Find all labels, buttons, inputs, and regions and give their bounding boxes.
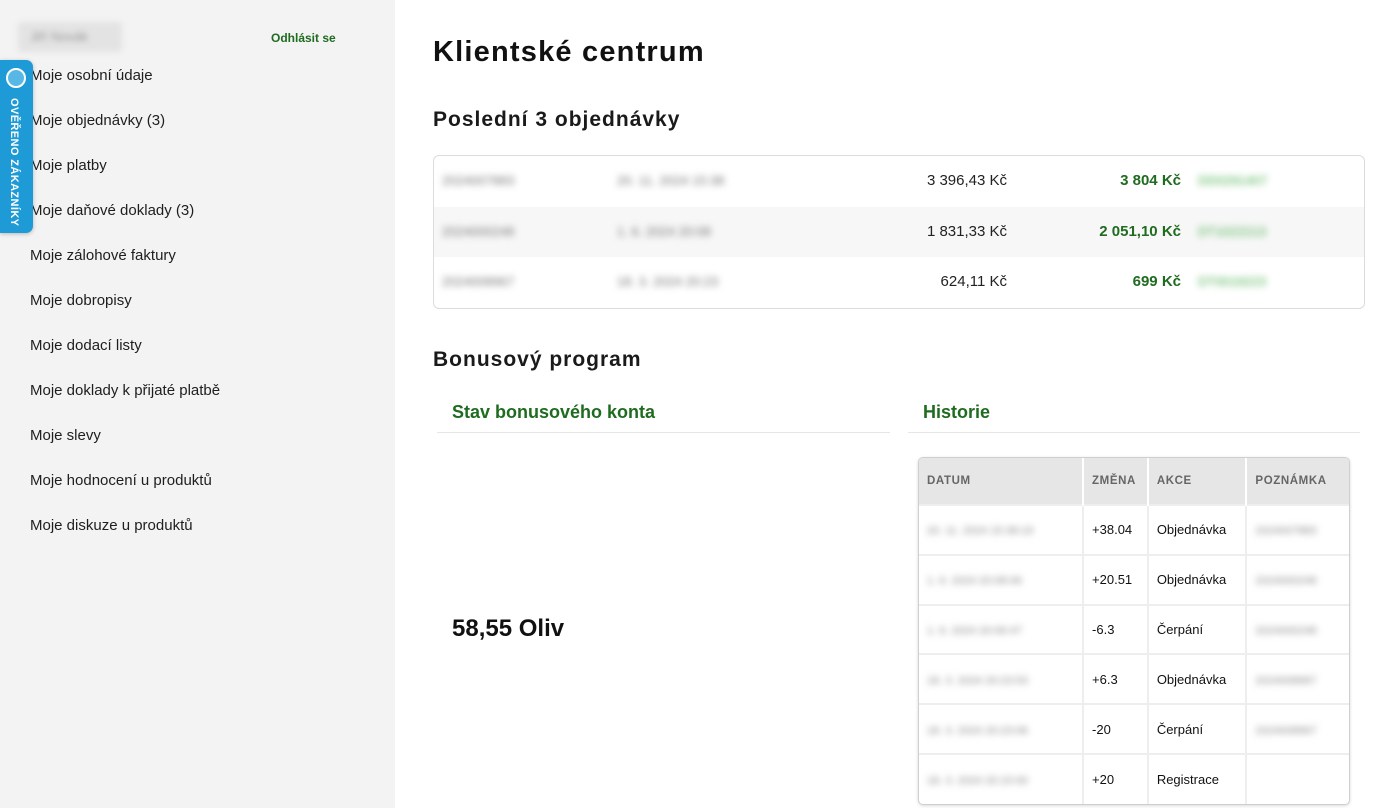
menu-item-discounts[interactable]: Moje slevy (30, 413, 220, 458)
order-date: 20. 11. 2024 15:38 (617, 173, 725, 188)
menu-item-delivery-notes[interactable]: Moje dodací listy (30, 323, 220, 368)
history-action: Čerpání (1147, 603, 1248, 655)
table-row: 18. 3. 2024 20:23:53 +6.3 Objednávka 202… (919, 653, 1349, 705)
column-header-action: AKCE (1147, 458, 1248, 505)
recent-orders-table: 2024007883 20. 11. 2024 15:38 3 396,43 K… (433, 155, 1365, 309)
history-note: 2024008967 (1246, 653, 1349, 705)
history-change: +20.51 (1083, 553, 1149, 605)
order-row[interactable]: 2024000248 1. 6. 2024 20:08 1 831,33 Kč … (434, 206, 1364, 257)
bonus-program-title: Bonusový program (433, 348, 642, 371)
bonus-state-title: Stav bonusového konta (452, 402, 656, 422)
menu-item-personal-info[interactable]: Moje osobní údaje (30, 53, 220, 98)
history-change: +6.3 (1083, 653, 1149, 705)
sidebar: Jiří Novák Odhlásit se Moje osobní údaje… (0, 0, 395, 808)
history-date: 1. 6. 2024 20:08:06 (919, 553, 1085, 605)
history-date: 1. 6. 2024 20:06:47 (919, 603, 1085, 655)
history-change: -6.3 (1083, 603, 1149, 655)
divider (908, 432, 1360, 433)
verified-by-customers-badge[interactable]: OVĚŘENO ZÁKAZNÍKY (0, 60, 33, 233)
table-row: 18. 3. 2024 20:23:06 -20 Čerpání 2024008… (919, 703, 1349, 754)
order-number[interactable]: 2024007883 (442, 156, 514, 206)
divider (437, 432, 890, 433)
table-row: 20. 11. 2024 15:38:19 +38.04 Objednávka … (919, 504, 1349, 555)
order-price: 624,11 Kč (940, 273, 1007, 290)
history-note: 2024008967 (1246, 703, 1349, 754)
column-header-change: ZMĚNA (1083, 458, 1149, 505)
order-number[interactable]: 2024000248 (442, 207, 514, 257)
history-note: 2024000248 (1246, 553, 1349, 605)
order-tracking[interactable]: DD0291407 (1198, 156, 1267, 206)
menu-item-advance-invoices[interactable]: Moje zálohové faktury (30, 233, 220, 278)
history-note: 2024007883 (1246, 504, 1349, 555)
table-row: 1. 6. 2024 20:08:06 +20.51 Objednávka 20… (919, 553, 1349, 605)
bonus-balance: 58,55 Oliv (452, 615, 565, 642)
history-change: +38.04 (1083, 504, 1149, 555)
menu-item-tax-documents[interactable]: Moje daňové doklady (3) (30, 188, 220, 233)
bonus-history-table: DATUM ZMĚNA AKCE POZNÁMKA 20. 11. 2024 1… (918, 457, 1350, 805)
user-name: Jiří Novák (18, 22, 122, 52)
order-price: 3 396,43 Kč (926, 172, 1007, 189)
order-row[interactable]: 2024008967 18. 3. 2024 20:23 624,11 Kč 6… (434, 257, 1364, 308)
menu-item-product-discussions[interactable]: Moje diskuze u produktů (30, 503, 220, 548)
history-date: 18. 3. 2024 20:15:00 (919, 752, 1085, 804)
bonus-history-title: Historie (923, 402, 991, 422)
column-header-date: DATUM (919, 458, 1085, 505)
menu-item-payments[interactable]: Moje platby (30, 143, 220, 188)
history-action: Registrace (1147, 752, 1248, 804)
table-row: 1. 6. 2024 20:06:47 -6.3 Čerpání 2024000… (919, 603, 1349, 655)
recent-orders-title: Poslední 3 objednávky (433, 108, 681, 131)
order-total: 3 804 Kč (1120, 172, 1181, 189)
menu-item-product-reviews[interactable]: Moje hodnocení u produktů (30, 458, 220, 503)
logout-link[interactable]: Odhlásit se (271, 31, 336, 45)
order-date: 1. 6. 2024 20:08 (617, 223, 711, 239)
order-total: 2 051,10 Kč (1099, 222, 1181, 240)
order-row[interactable]: 2024007883 20. 11. 2024 15:38 3 396,43 K… (434, 156, 1364, 207)
order-price: 1 831,33 Kč (926, 222, 1007, 240)
order-tracking[interactable]: DT0019223 (1198, 257, 1266, 307)
account-menu: Moje osobní údaje Moje objednávky (3) Mo… (30, 53, 220, 548)
order-number[interactable]: 2024008967 (442, 257, 514, 307)
order-total: 699 Kč (1132, 273, 1181, 290)
verified-seal-icon (6, 68, 26, 88)
order-tracking[interactable]: DT1022213 (1198, 207, 1266, 257)
history-change: +20 (1083, 752, 1149, 804)
history-note (1246, 752, 1349, 804)
column-header-note: POZNÁMKA (1246, 458, 1349, 505)
history-change: -20 (1083, 703, 1149, 754)
history-action: Objednávka (1147, 553, 1248, 605)
table-row: 18. 3. 2024 20:15:00 +20 Registrace (919, 752, 1349, 804)
page-title: Klientské centrum (433, 36, 705, 68)
history-action: Objednávka (1147, 653, 1248, 705)
history-date: 18. 3. 2024 20:23:53 (919, 653, 1085, 705)
menu-item-payment-receipts[interactable]: Moje doklady k přijaté platbě (30, 368, 220, 413)
history-date: 18. 3. 2024 20:23:06 (919, 703, 1085, 754)
verified-badge-label: OVĚŘENO ZÁKAZNÍKY (8, 98, 20, 227)
history-note: 2024000248 (1246, 603, 1349, 655)
history-action: Čerpání (1147, 703, 1248, 754)
history-action: Objednávka (1147, 504, 1248, 555)
history-date: 20. 11. 2024 15:38:19 (919, 504, 1085, 555)
order-date: 18. 3. 2024 20:23 (617, 274, 719, 289)
menu-item-credit-notes[interactable]: Moje dobropisy (30, 278, 220, 323)
menu-item-orders[interactable]: Moje objednávky (3) (30, 98, 220, 143)
